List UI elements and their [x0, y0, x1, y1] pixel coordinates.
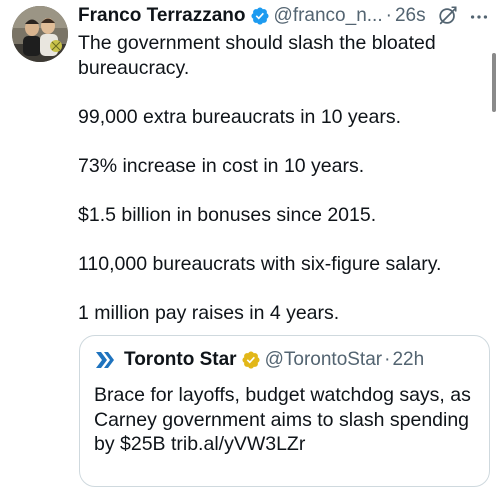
tweet-paragraph: $1.5 billion in bonuses since 2015. [78, 203, 377, 226]
separator-dot: · [385, 5, 392, 26]
tweet-paragraph: 73% increase in cost in 10 years. [78, 154, 365, 177]
scrollbar-thumb[interactable] [492, 53, 496, 112]
author-handle[interactable]: @franco_n... [274, 5, 383, 27]
quote-separator-dot: · [384, 349, 391, 370]
author-name[interactable]: Franco Terrazzano [78, 5, 246, 27]
tweet-paragraph: The government should slash the bloated … [78, 32, 436, 79]
toronto-star-logo [94, 349, 116, 371]
quote-header: Toronto Star @TorontoStar · 22h [94, 349, 424, 371]
tweet-header: Franco Terrazzano @franco_n... · 26s [78, 4, 490, 28]
tweet-paragraph: 1 million pay raises in 4 years. [78, 301, 340, 324]
grok-icon[interactable] [437, 5, 459, 27]
tweet-paragraph: 110,000 bureaucrats with six-figure sala… [78, 252, 442, 275]
quote-timestamp[interactable]: 22h [392, 349, 424, 371]
quote-author-handle[interactable]: @TorontoStar [265, 349, 383, 371]
quote-author-name[interactable]: Toronto Star [124, 349, 237, 371]
timestamp[interactable]: 26s [395, 5, 426, 27]
tweet-body: The government should slash the bloated … [78, 31, 478, 350]
quote-text: Brace for layoffs, budget watchdog says,… [94, 384, 471, 455]
tweet-paragraph: 99,000 extra bureaucrats in 10 years. [78, 105, 402, 128]
verified-badge-icon [250, 6, 270, 26]
quote-tweet-card[interactable]: Toronto Star @TorontoStar · 22h Brace fo… [79, 335, 490, 487]
more-options-icon[interactable] [468, 6, 490, 28]
tweet[interactable]: Franco Terrazzano @franco_n... · 26s The… [0, 0, 500, 487]
avatar[interactable] [12, 6, 68, 62]
gold-verified-badge-icon [241, 350, 261, 370]
